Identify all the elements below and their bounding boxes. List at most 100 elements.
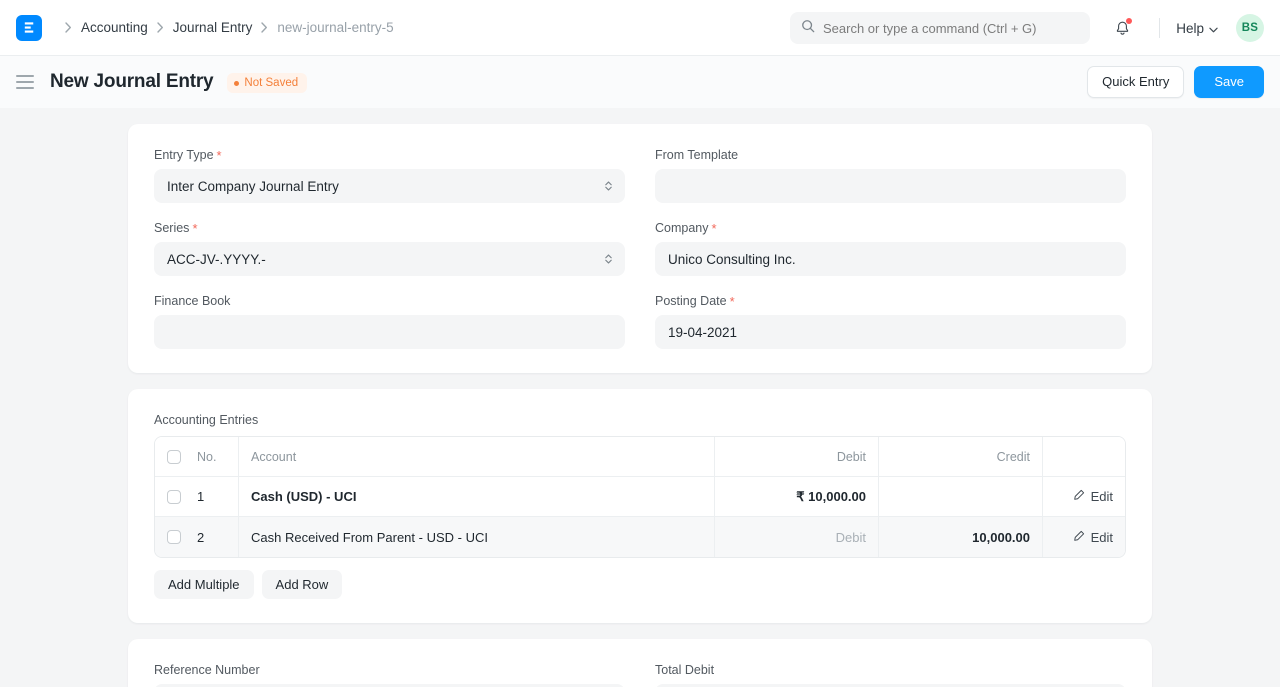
field-total-debit: Total Debit [655, 663, 1126, 687]
row-index: 1 [197, 489, 204, 504]
journal-entry-form: Entry Type * Inter Company Journal Entry [128, 108, 1152, 687]
accounting-entries-label: Accounting Entries [154, 413, 1126, 427]
label-text: From Template [655, 148, 738, 162]
row-debit-cell[interactable]: Debit [715, 517, 879, 557]
breadcrumb-separator-icon [157, 22, 164, 33]
field-label: From Template [655, 148, 1126, 162]
top-navbar: Accounting Journal Entry new-journal-ent… [0, 0, 1280, 56]
accounting-entries-card: Accounting Entries No. Account Debit [128, 389, 1152, 623]
page-header: New Journal Entry Not Saved Quick Entry … [0, 56, 1280, 108]
help-label: Help [1176, 21, 1204, 36]
page-body: Entry Type * Inter Company Journal Entry [0, 108, 1280, 687]
row-actions-cell: Edit [1043, 517, 1125, 557]
totals-card: Reference Number Total Debit [128, 639, 1152, 687]
erpnext-logo-icon[interactable] [16, 15, 42, 41]
row-actions-cell: Edit [1043, 477, 1125, 516]
field-series: Series * ACC-JV-.YYYY.- [154, 221, 625, 276]
row-index-cell: 1 [191, 477, 239, 516]
row-edit-button[interactable]: Edit [1073, 489, 1113, 504]
row-account-cell[interactable]: Cash (USD) - UCI [239, 477, 715, 516]
field-reference-number: Reference Number [154, 663, 625, 687]
required-asterisk: * [730, 295, 735, 308]
global-search[interactable] [790, 12, 1090, 44]
field-from-template: From Template [655, 148, 1126, 203]
table-row[interactable]: 1 Cash (USD) - UCI ₹ 10,000.00 [155, 477, 1125, 517]
company-value: Unico Consulting Inc. [668, 252, 796, 267]
help-menu[interactable]: Help [1172, 17, 1222, 40]
row-edit-label: Edit [1091, 530, 1113, 545]
from-template-input[interactable] [655, 169, 1126, 203]
row-credit-cell[interactable] [879, 477, 1043, 516]
row-edit-button[interactable]: Edit [1073, 530, 1113, 545]
search-input[interactable] [823, 21, 1079, 36]
row-edit-label: Edit [1091, 489, 1113, 504]
breadcrumb-separator-icon [261, 22, 268, 33]
field-label: Reference Number [154, 663, 625, 677]
breadcrumb: Accounting Journal Entry new-journal-ent… [56, 20, 394, 35]
row-credit-cell[interactable]: 10,000.00 [879, 517, 1043, 557]
row-checkbox[interactable] [167, 490, 181, 504]
grid-buttons: Add Multiple Add Row [154, 570, 1126, 599]
posting-date-value: 19-04-2021 [668, 325, 737, 340]
add-row-button[interactable]: Add Row [262, 570, 343, 599]
navbar-right-actions: Help BS [1107, 0, 1264, 56]
quick-entry-button[interactable]: Quick Entry [1087, 66, 1184, 98]
table-header-row: No. Account Debit Credit [155, 437, 1125, 477]
entry-type-select[interactable]: Inter Company Journal Entry [154, 169, 625, 203]
row-select-cell [155, 517, 191, 557]
status-badge: Not Saved [227, 73, 307, 93]
notification-unread-dot [1126, 18, 1132, 24]
avatar[interactable]: BS [1236, 14, 1264, 42]
company-input[interactable]: Unico Consulting Inc. [655, 242, 1126, 276]
required-asterisk: * [712, 222, 717, 235]
page-header-actions: Quick Entry Save [1087, 56, 1264, 108]
field-posting-date: Posting Date * 19-04-2021 [655, 294, 1126, 349]
field-label: Series * [154, 221, 625, 235]
breadcrumb-item-accounting[interactable]: Accounting [81, 20, 148, 35]
required-asterisk: * [217, 149, 222, 162]
entry-type-value: Inter Company Journal Entry [167, 179, 339, 194]
column-label: Account [251, 450, 296, 464]
row-credit-value: 10,000.00 [972, 530, 1030, 545]
status-dot-icon [234, 81, 239, 86]
column-header-debit: Debit [715, 437, 879, 476]
page-title: New Journal Entry [50, 71, 213, 93]
column-header-actions [1043, 437, 1125, 476]
chevron-updown-icon [604, 254, 613, 265]
details-card: Entry Type * Inter Company Journal Entry [128, 124, 1152, 373]
label-text: Finance Book [154, 294, 230, 308]
posting-date-input[interactable]: 19-04-2021 [655, 315, 1126, 349]
chevron-down-icon [1209, 21, 1218, 36]
label-text: Posting Date [655, 294, 727, 308]
field-company: Company * Unico Consulting Inc. [655, 221, 1126, 276]
row-debit-cell[interactable]: ₹ 10,000.00 [715, 477, 879, 516]
pencil-icon [1073, 530, 1085, 545]
search-icon [801, 19, 815, 38]
row-account-cell[interactable]: Cash Received From Parent - USD - UCI [239, 517, 715, 557]
column-label: Debit [837, 450, 866, 464]
row-index-cell: 2 [191, 517, 239, 557]
label-text: Company [655, 221, 709, 235]
row-account-value: Cash (USD) - UCI [251, 489, 356, 504]
hamburger-icon[interactable] [16, 71, 38, 93]
notifications-button[interactable] [1107, 13, 1137, 43]
field-entry-type: Entry Type * Inter Company Journal Entry [154, 148, 625, 203]
save-button[interactable]: Save [1194, 66, 1264, 98]
field-label: Posting Date * [655, 294, 1126, 308]
row-account-value: Cash Received From Parent - USD - UCI [251, 530, 488, 545]
row-select-cell [155, 477, 191, 516]
add-multiple-button[interactable]: Add Multiple [154, 570, 254, 599]
series-select[interactable]: ACC-JV-.YYYY.- [154, 242, 625, 276]
table-row[interactable]: 2 Cash Received From Parent - USD - UCI … [155, 517, 1125, 557]
navbar-divider [1159, 18, 1160, 38]
row-checkbox[interactable] [167, 530, 181, 544]
chevron-updown-icon [604, 181, 613, 192]
select-all-checkbox[interactable] [167, 450, 181, 464]
finance-book-input[interactable] [154, 315, 625, 349]
breadcrumb-separator-icon [65, 22, 72, 33]
row-debit-value: ₹ 10,000.00 [796, 489, 866, 505]
column-header-credit: Credit [879, 437, 1043, 476]
field-finance-book: Finance Book [154, 294, 625, 349]
breadcrumb-item-journal-entry[interactable]: Journal Entry [173, 20, 253, 35]
details-grid: Entry Type * Inter Company Journal Entry [154, 148, 1126, 349]
